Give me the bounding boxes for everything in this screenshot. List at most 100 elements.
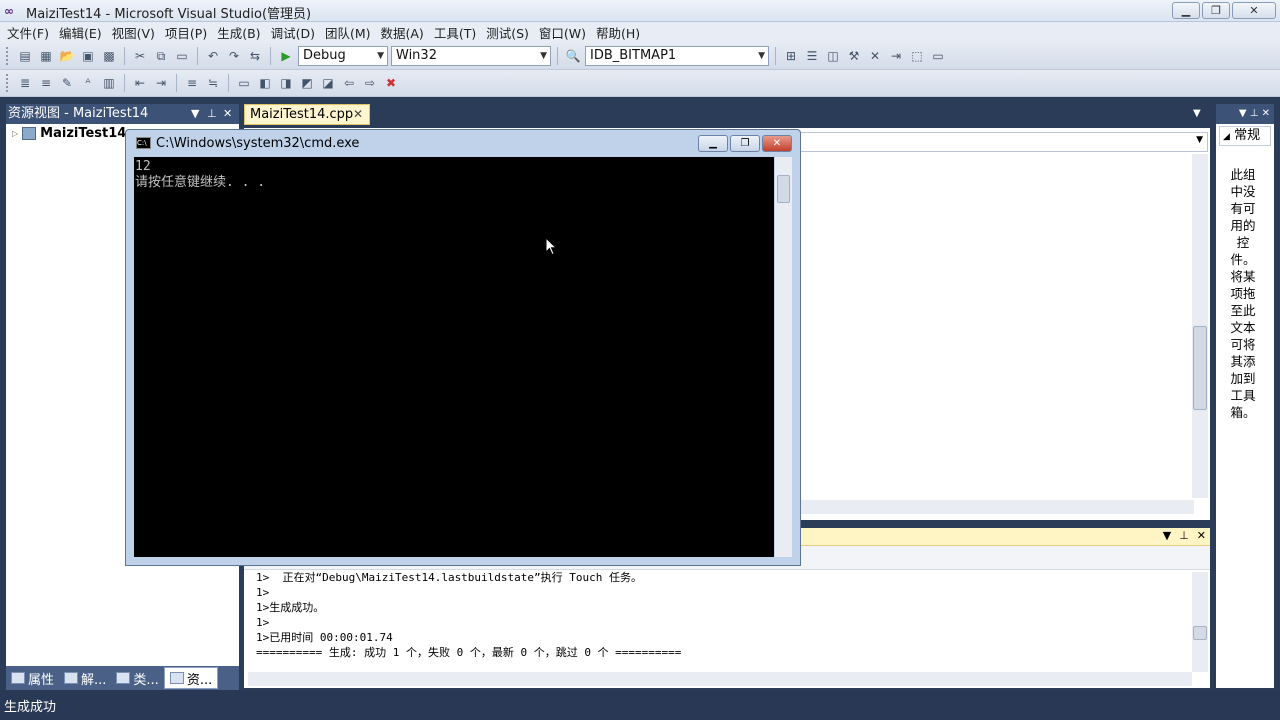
scrollbar-thumb[interactable] bbox=[1193, 326, 1207, 410]
menu-edit[interactable]: 编辑(E) bbox=[54, 23, 107, 42]
editor-horizontal-scrollbar[interactable] bbox=[800, 500, 1194, 514]
close-button[interactable]: ✕ bbox=[1232, 2, 1276, 19]
find-combo[interactable]: IDB_BITMAP1 ▼ bbox=[585, 46, 769, 66]
toolbar-grip[interactable] bbox=[6, 47, 10, 65]
pin-icon[interactable]: ⊥ bbox=[1179, 529, 1189, 542]
scrollbar-thumb[interactable] bbox=[777, 175, 790, 203]
menu-help[interactable]: 帮助(H) bbox=[591, 23, 645, 42]
toolbox-group-general[interactable]: ◢ 常规 bbox=[1219, 126, 1271, 146]
menu-tools[interactable]: 工具(T) bbox=[429, 23, 481, 42]
tab-resource-view[interactable]: 资... bbox=[163, 667, 219, 689]
tab-properties[interactable]: 属性 bbox=[6, 667, 59, 689]
menu-file[interactable]: 文件(F) bbox=[2, 23, 54, 42]
list-members-icon[interactable]: ≣ bbox=[16, 74, 34, 92]
resource-tree-root[interactable]: ▷ MaiziTest14 bbox=[12, 126, 126, 141]
cmd-maximize-button[interactable]: ❐ bbox=[730, 135, 760, 152]
cut-icon[interactable]: ✂ bbox=[131, 47, 149, 65]
toolbox-icon[interactable]: ⚒ bbox=[845, 47, 863, 65]
cmd-vertical-scrollbar[interactable] bbox=[775, 157, 792, 557]
bookmark-next-icon[interactable]: ◨ bbox=[277, 74, 295, 92]
complete-word-icon[interactable]: ᴬ bbox=[79, 74, 97, 92]
menu-team[interactable]: 团队(M) bbox=[320, 23, 376, 42]
command-window-icon[interactable]: ▭ bbox=[929, 47, 947, 65]
bookmark-toggle-icon[interactable]: ▭ bbox=[235, 74, 253, 92]
solution-platform-select[interactable]: Win32 ▼ bbox=[391, 46, 551, 66]
output-vertical-scrollbar[interactable] bbox=[1192, 572, 1208, 672]
output-text: 1> 正在对“Debug\MaiziTest14.lastbuildstate”… bbox=[256, 570, 681, 660]
bookmark-previous-icon[interactable]: ◧ bbox=[256, 74, 274, 92]
outdent-icon[interactable]: ⇤ bbox=[131, 74, 149, 92]
bookmark-next-folder-icon[interactable]: ◪ bbox=[319, 74, 337, 92]
solution-platform-value: Win32 bbox=[396, 48, 437, 63]
save-all-icon[interactable]: ▩ bbox=[100, 47, 118, 65]
editor-vertical-scrollbar[interactable] bbox=[1192, 154, 1208, 498]
uncomment-icon[interactable]: ≒ bbox=[204, 74, 222, 92]
find-in-files-icon[interactable]: 🔍 bbox=[564, 47, 582, 65]
indent-icon[interactable]: ⇥ bbox=[152, 74, 170, 92]
document-tab[interactable]: MaiziTest14.cpp ✕ bbox=[244, 104, 370, 125]
panel-menu-icon[interactable]: ▼ bbox=[191, 104, 199, 124]
member-dropdown[interactable]: ▼ bbox=[796, 132, 1208, 152]
tab-solution-explorer[interactable]: 解... bbox=[59, 667, 111, 689]
new-project-icon[interactable]: ▤ bbox=[16, 47, 34, 65]
close-tab-icon[interactable]: ✕ bbox=[353, 105, 363, 124]
copy-icon[interactable]: ⧉ bbox=[152, 47, 170, 65]
cmd-console[interactable]: 12 请按任意键继续. . . bbox=[134, 157, 774, 557]
output-line: ========== 生成: 成功 1 个，失败 0 个，最新 0 个，跳过 0… bbox=[256, 646, 682, 659]
menu-data[interactable]: 数据(A) bbox=[376, 23, 429, 42]
tab-class-view[interactable]: 类... bbox=[111, 667, 163, 689]
panel-menu-icon[interactable]: ▼ bbox=[1239, 108, 1247, 119]
solution-configuration-select[interactable]: Debug ▼ bbox=[298, 46, 388, 66]
menu-debug[interactable]: 调试(D) bbox=[266, 23, 320, 42]
bookmark-previous-folder-icon[interactable]: ◩ bbox=[298, 74, 316, 92]
menu-test[interactable]: 测试(S) bbox=[481, 23, 534, 42]
scrollbar-thumb[interactable] bbox=[1193, 626, 1207, 640]
paste-icon[interactable]: ▭ bbox=[173, 47, 191, 65]
find-combo-value: IDB_BITMAP1 bbox=[590, 48, 677, 63]
cmd-title-bar[interactable]: C:\ C:\Windows\system32\cmd.exe ▁ ❐ ✕ bbox=[126, 130, 800, 156]
open-file-icon[interactable]: 📂 bbox=[58, 47, 76, 65]
pin-icon[interactable]: ⊥ bbox=[207, 104, 217, 124]
parameter-info-icon[interactable]: ≡ bbox=[37, 74, 55, 92]
start-page-icon[interactable]: ⇥ bbox=[887, 47, 905, 65]
object-browser-icon[interactable]: ◫ bbox=[824, 47, 842, 65]
restore-button[interactable]: ❐ bbox=[1202, 2, 1230, 19]
title-bar: ∞ MaiziTest14 - Microsoft Visual Studio(… bbox=[0, 0, 1280, 22]
panel-menu-icon[interactable]: ▼ bbox=[1163, 529, 1171, 542]
undo-icon[interactable]: ↶ bbox=[204, 47, 222, 65]
bookmark-next-doc-icon[interactable]: ⇨ bbox=[361, 74, 379, 92]
menu-build[interactable]: 生成(B) bbox=[212, 23, 265, 42]
properties-icon[interactable]: ☰ bbox=[803, 47, 821, 65]
bookmark-prev-doc-icon[interactable]: ⇦ bbox=[340, 74, 358, 92]
extension-icon[interactable]: ⬚ bbox=[908, 47, 926, 65]
menu-project[interactable]: 项目(P) bbox=[160, 23, 212, 42]
save-icon[interactable]: ▣ bbox=[79, 47, 97, 65]
panel-close-icon[interactable]: ✕ bbox=[223, 104, 232, 124]
expand-arrow-icon[interactable]: ▷ bbox=[12, 129, 18, 138]
toggle-icon[interactable]: ▥ bbox=[100, 74, 118, 92]
document-list-dropdown-icon[interactable]: ▼ bbox=[1193, 108, 1201, 119]
toolbar-separator bbox=[775, 47, 776, 65]
tools-icon[interactable]: ✕ bbox=[866, 47, 884, 65]
navigate-icon[interactable]: ⇆ bbox=[246, 47, 264, 65]
clear-bookmarks-icon[interactable]: ✖ bbox=[382, 74, 400, 92]
comment-icon[interactable]: ≡ bbox=[183, 74, 201, 92]
output-horizontal-scrollbar[interactable] bbox=[248, 672, 1192, 686]
menu-view[interactable]: 视图(V) bbox=[107, 23, 160, 42]
panel-close-icon[interactable]: ✕ bbox=[1262, 108, 1270, 119]
menu-window[interactable]: 窗口(W) bbox=[534, 23, 591, 42]
quick-info-icon[interactable]: ✎ bbox=[58, 74, 76, 92]
pin-icon[interactable]: ⊥ bbox=[1250, 108, 1259, 119]
toolbar-grip[interactable] bbox=[6, 74, 10, 92]
solution-explorer-icon[interactable]: ⊞ bbox=[782, 47, 800, 65]
minimize-button[interactable]: ▁ bbox=[1172, 2, 1200, 19]
cmd-close-button[interactable]: ✕ bbox=[762, 135, 792, 152]
start-debugging-icon[interactable]: ▶ bbox=[277, 47, 295, 65]
toolbar-separator bbox=[557, 47, 558, 65]
redo-icon[interactable]: ↷ bbox=[225, 47, 243, 65]
cmd-minimize-button[interactable]: ▁ bbox=[698, 135, 728, 152]
collapse-arrow-icon: ◢ bbox=[1223, 132, 1230, 142]
add-item-icon[interactable]: ▦ bbox=[37, 47, 55, 65]
cmd-window[interactable]: C:\ C:\Windows\system32\cmd.exe ▁ ❐ ✕ 12… bbox=[125, 129, 801, 566]
panel-close-icon[interactable]: ✕ bbox=[1197, 529, 1206, 542]
